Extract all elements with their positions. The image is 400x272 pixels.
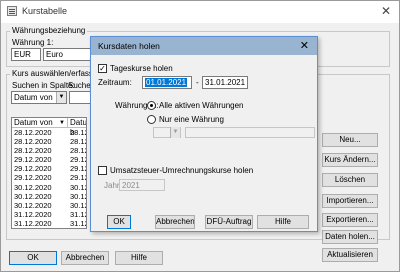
year-field[interactable]: 2021	[119, 179, 165, 191]
chevron-down-icon: ▼	[170, 127, 180, 138]
radio-all-label: Alle aktiven Währungen	[159, 101, 244, 110]
dialog-cancel-button[interactable]: Abbrechen	[155, 215, 195, 229]
list-item[interactable]: 30.12.20	[70, 201, 86, 210]
list-item[interactable]: 30.12.20	[70, 192, 86, 201]
sort-arrow-icon: ▼	[59, 120, 65, 126]
change-rate-button[interactable]: Kurs Ändern...	[322, 153, 378, 167]
col-date-to: 28.12.2028.12.2028.12.2029.12.2029.12.20…	[70, 128, 87, 229]
date-separator: -	[196, 78, 199, 87]
chevron-down-icon[interactable]: ▼	[56, 92, 66, 103]
list-item[interactable]: 31.12.20	[70, 219, 86, 228]
delete-button[interactable]: Löschen	[322, 173, 378, 187]
fetch-rates-dialog: Kursdaten holen ✕ ✓ Tageskurse holen Zei…	[90, 36, 318, 232]
currency-name-field[interactable]	[185, 127, 315, 138]
cancel-button[interactable]: Abbrechen	[61, 251, 109, 265]
date-to-field[interactable]: 31.01.2021	[202, 76, 248, 89]
list-item[interactable]: 29.12.20	[70, 173, 86, 182]
search-column-label: Suchen in Spalte:	[12, 81, 75, 90]
close-icon[interactable]: ✕	[381, 4, 391, 18]
list-item[interactable]: 29.12.2020	[14, 155, 52, 164]
help-button[interactable]: Hilfe	[115, 251, 163, 265]
period-label: Zeitraum:	[98, 78, 132, 87]
radio-one-label: Nur eine Währung	[159, 115, 224, 124]
currency-select[interactable]: ▼	[153, 127, 181, 138]
list-item[interactable]: 28.12.20	[70, 137, 86, 146]
vat-rates-label: Umsatzsteuer-Umrechnungskurse holen	[110, 166, 254, 175]
vat-rates-checkbox[interactable]	[98, 166, 107, 175]
radio-one-currency[interactable]	[147, 115, 156, 124]
currency1-code-field[interactable]: EUR	[11, 48, 41, 61]
col-header-date-to[interactable]: Datum b	[68, 118, 86, 137]
kurstabelle-window: Kurstabelle ✕ Währungsbeziehung Währung …	[0, 0, 400, 272]
col-date-from: 28.12.2020 28.12.2020 28.12.2020 29.12.2020…	[14, 128, 52, 229]
ok-button[interactable]: OK	[9, 251, 57, 265]
search-column-value: Datum von	[14, 93, 53, 102]
fetch-data-button[interactable]: Daten holen...	[322, 230, 378, 244]
list-item[interactable]: 31.12.2020	[14, 228, 52, 229]
list-item[interactable]: 28.12.20	[70, 128, 86, 137]
dialog-close-icon[interactable]: ✕	[300, 39, 309, 52]
currency1-label: Währung 1:	[12, 38, 54, 47]
search-input[interactable]	[69, 91, 91, 104]
list-item[interactable]: 28.12.2020	[14, 128, 52, 137]
list-item[interactable]: 30.12.2020	[14, 183, 52, 192]
list-item[interactable]: 28.12.2020	[14, 146, 52, 155]
dialog-title-bar: Kursdaten holen ✕	[91, 37, 317, 55]
list-item[interactable]: 30.12.2020	[14, 192, 52, 201]
list-item[interactable]: 31.12.2020	[14, 210, 52, 219]
radio-all-currencies[interactable]	[147, 101, 156, 110]
app-icon	[7, 6, 17, 16]
dialog-ok-button[interactable]: OK	[107, 215, 131, 229]
dialog-help-button[interactable]: Hilfe	[257, 215, 309, 229]
search-column-select[interactable]: Datum von ▼	[11, 91, 67, 104]
new-button[interactable]: Neu...	[322, 133, 378, 147]
dialog-title: Kursdaten holen	[98, 41, 160, 51]
col-header-date-from[interactable]: Datum von ▼	[12, 118, 68, 128]
list-item[interactable]: 28.12.20	[70, 146, 86, 155]
refresh-button[interactable]: Aktualisieren	[322, 248, 378, 262]
list-item[interactable]: 30.12.20	[70, 183, 86, 192]
currency-relation-label: Währungsbeziehung	[10, 26, 88, 35]
date-from-field[interactable]: 01.01.2021	[142, 76, 192, 89]
currency1-name-field[interactable]: Euro	[43, 48, 95, 61]
rates-list[interactable]: Datum von ▼ Datum b 28.12.202028.12.2020…	[11, 117, 87, 229]
import-button[interactable]: Importieren...	[322, 194, 378, 208]
date-from-value: 01.01.2021	[145, 78, 188, 87]
daily-rates-label: Tageskurse holen	[110, 64, 173, 73]
list-item[interactable]: 30.12.2020	[14, 201, 52, 210]
list-item[interactable]: 29.12.2020	[14, 173, 52, 182]
daily-rates-checkbox[interactable]: ✓	[98, 64, 107, 73]
list-item[interactable]: 28.12.2020	[14, 137, 52, 146]
list-item[interactable]: 31.12.20	[70, 228, 87, 229]
list-item[interactable]: 31.12.2020	[14, 219, 52, 228]
list-item[interactable]: 31.12.20	[70, 210, 86, 219]
window-title: Kurstabelle	[22, 6, 68, 16]
list-item[interactable]: 29.12.2020	[14, 164, 52, 173]
dfue-order-button[interactable]: DFÜ-Auftrag	[205, 215, 253, 229]
export-button[interactable]: Exportieren...	[322, 213, 378, 227]
list-item[interactable]: 29.12.20	[70, 164, 86, 173]
title-bar: Kurstabelle ✕	[1, 1, 399, 23]
list-item[interactable]: 29.12.20	[70, 155, 86, 164]
